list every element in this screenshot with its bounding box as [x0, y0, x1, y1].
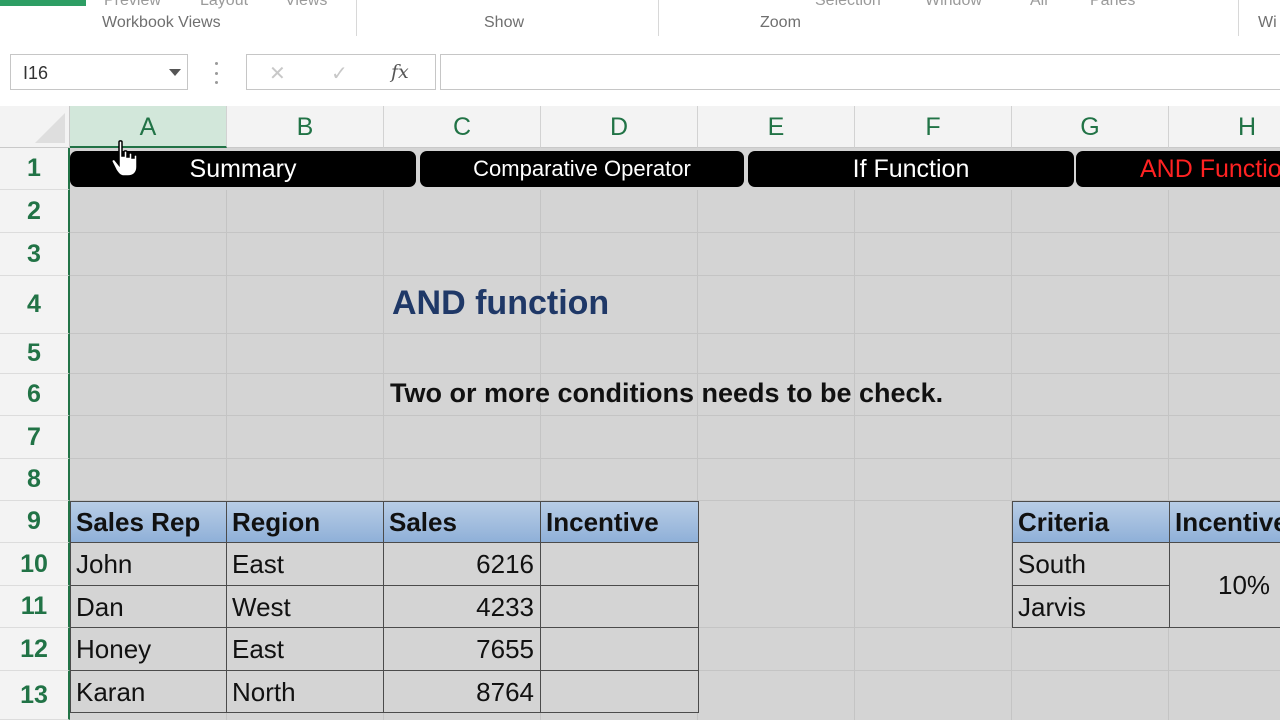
column-header-a[interactable]: A	[70, 106, 227, 148]
criteria-cell[interactable]: Jarvis	[1012, 585, 1170, 628]
column-header-g[interactable]: G	[1012, 106, 1169, 148]
group-separator	[1238, 0, 1239, 36]
group-window: Wi	[1258, 14, 1277, 31]
row-header-8[interactable]: 8	[0, 459, 70, 501]
table-cell[interactable]: Karan	[70, 670, 227, 713]
group-separator	[658, 0, 659, 36]
formula-buttons: ✕ ✓ fx	[246, 54, 436, 90]
ribbon-item-panes[interactable]: Panes	[1090, 0, 1135, 10]
table-cell[interactable]	[541, 628, 699, 671]
formula-input[interactable]	[440, 54, 1280, 90]
name-box[interactable]: I16	[10, 54, 188, 90]
column-header-d[interactable]: D	[541, 106, 698, 148]
row-header-7[interactable]: 7	[0, 416, 70, 459]
chevron-down-icon[interactable]	[169, 69, 181, 76]
nav-button-if-function[interactable]: If Function	[748, 151, 1074, 187]
table-cell[interactable]: East	[227, 628, 384, 671]
gridline-row	[70, 276, 1280, 334]
gridline-row	[70, 190, 1280, 233]
row-header-5[interactable]: 5	[0, 334, 70, 374]
formula-bar: I16 ✕ ✓ fx	[0, 44, 1280, 106]
table-header-sales-rep[interactable]: Sales Rep	[70, 501, 227, 543]
insert-function-icon[interactable]: fx	[391, 61, 409, 83]
table-header-region[interactable]: Region	[227, 501, 384, 543]
group-zoom: Zoom	[760, 14, 801, 31]
table-cell[interactable]: 6216	[384, 543, 541, 586]
page-title: AND function	[392, 284, 610, 322]
cancel-icon[interactable]: ✕	[269, 61, 286, 86]
table-cell[interactable]: John	[70, 543, 227, 586]
table-header-incentive[interactable]: Incentive	[541, 501, 699, 543]
nav-button-and-function[interactable]: AND Function	[1076, 151, 1280, 187]
table-cell[interactable]	[541, 670, 699, 713]
sheet-nav-bar: Summary Comparative Operator If Function…	[70, 148, 1280, 190]
drag-handle-icon[interactable]	[214, 62, 218, 84]
table-cell[interactable]: 4233	[384, 585, 541, 628]
incentive-header[interactable]: Incentive	[1170, 501, 1280, 543]
column-header-h[interactable]: H	[1169, 106, 1280, 148]
row-header-9[interactable]: 9	[0, 501, 70, 543]
spreadsheet-grid: A B C D E F G H 1 2 3 4 5 6 7 8 9 10 11 …	[0, 106, 1280, 720]
incentive-value-cell[interactable]: 10%	[1170, 543, 1280, 628]
ribbon: Preview Layout Views Selection Window Al…	[0, 0, 1280, 44]
gridline-row	[70, 233, 1280, 276]
enter-icon[interactable]: ✓	[331, 61, 348, 86]
gridline-row	[70, 416, 1280, 459]
row-header-1[interactable]: 1	[0, 148, 70, 190]
table-cell[interactable]: East	[227, 543, 384, 586]
row-header-11[interactable]: 11	[0, 586, 70, 628]
table-cell[interactable]: Honey	[70, 628, 227, 671]
gridline-row	[70, 334, 1280, 374]
table-cell[interactable]: Dan	[70, 585, 227, 628]
row-header-12[interactable]: 12	[0, 628, 70, 671]
ribbon-item-views[interactable]: Views	[285, 0, 327, 10]
group-workbook-views: Workbook Views	[102, 14, 221, 31]
select-all-button[interactable]	[0, 106, 70, 148]
gridline-row	[70, 459, 1280, 501]
table-cell[interactable]: West	[227, 585, 384, 628]
column-header-b[interactable]: B	[227, 106, 384, 148]
table-cell[interactable]: 7655	[384, 628, 541, 671]
page-subtitle: Two or more conditions needs to be check…	[390, 378, 944, 408]
table-cell[interactable]	[541, 543, 699, 586]
group-separator	[356, 0, 357, 36]
row-header-13[interactable]: 13	[0, 671, 70, 720]
column-header-c[interactable]: C	[384, 106, 541, 148]
criteria-cell[interactable]: South	[1012, 543, 1170, 586]
ribbon-item-preview[interactable]: Preview	[104, 0, 161, 10]
ribbon-item-layout[interactable]: Layout	[200, 0, 248, 10]
table-cell[interactable]: 8764	[384, 670, 541, 713]
ribbon-active-indicator	[0, 0, 86, 6]
table-header-sales[interactable]: Sales	[384, 501, 541, 543]
column-header-f[interactable]: F	[855, 106, 1012, 148]
nav-button-comparative-operator[interactable]: Comparative Operator	[420, 151, 744, 187]
table-cell[interactable]	[541, 585, 699, 628]
ribbon-item-window[interactable]: Window	[925, 0, 982, 10]
row-header-10[interactable]: 10	[0, 543, 70, 586]
column-header-e[interactable]: E	[698, 106, 855, 148]
name-box-value: I16	[23, 63, 49, 83]
group-show: Show	[484, 14, 525, 31]
row-header-4[interactable]: 4	[0, 276, 70, 334]
row-header-2[interactable]: 2	[0, 190, 70, 233]
row-header-3[interactable]: 3	[0, 233, 70, 276]
ribbon-item-all[interactable]: All	[1030, 0, 1048, 10]
ribbon-item-selection[interactable]: Selection	[815, 0, 881, 10]
table-cell[interactable]: North	[227, 670, 384, 713]
hand-cursor-icon	[111, 140, 138, 177]
row-header-6[interactable]: 6	[0, 374, 70, 416]
criteria-header[interactable]: Criteria	[1012, 501, 1170, 543]
